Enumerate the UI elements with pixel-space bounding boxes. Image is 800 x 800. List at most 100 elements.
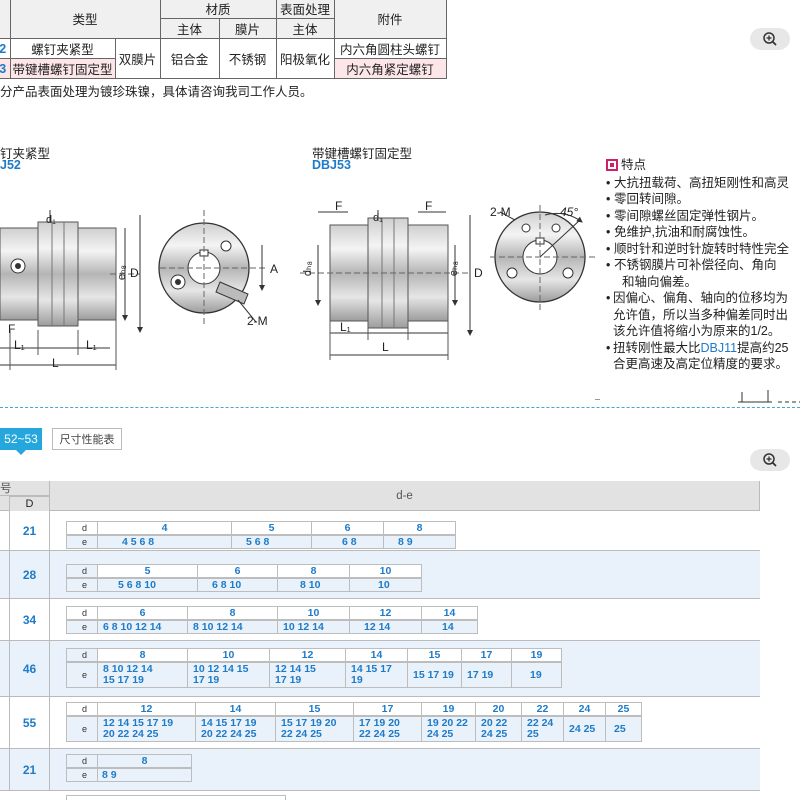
- model-cell: [0, 511, 10, 551]
- e-value: 14: [422, 620, 478, 634]
- dim-L-right: L: [382, 340, 389, 354]
- spec-attachment: 内六角紧定螺钉: [333, 58, 447, 79]
- d-value: 8: [98, 648, 188, 662]
- e-value: 19 20 22 24 25: [422, 716, 476, 742]
- d-label: d: [66, 702, 98, 716]
- left-end-view: [158, 210, 265, 325]
- e-value: 4 5 6 8: [98, 535, 232, 549]
- e-value: 17 19 20 22 24 25: [354, 716, 422, 742]
- e-value: 8 9: [384, 535, 456, 549]
- e-value: 6 8: [312, 535, 384, 549]
- feature-para-torsion: 扭转刚性最大比DBJ11提高约25: [606, 340, 800, 357]
- d-value: 5: [98, 564, 198, 578]
- size-D: 55: [10, 697, 50, 749]
- feature-item: 大抗扭载荷、高扭矩刚性和高灵: [606, 175, 800, 192]
- spec-surface-header: 表面处理: [275, 0, 335, 19]
- dim-eh8-left: eₕ₈: [116, 264, 129, 281]
- feature-item-cont: 和轴向偏差。: [622, 274, 698, 289]
- e-value: 10: [350, 578, 422, 592]
- spec-material-header: 材质: [159, 0, 277, 19]
- d-label: d: [66, 606, 98, 620]
- zoom-button[interactable]: [750, 449, 790, 471]
- spec-body-header: 主体: [159, 18, 220, 39]
- d-value: 6: [98, 606, 188, 620]
- tab-model-range[interactable]: 52~53: [0, 428, 42, 455]
- spec-table: 类型 材质 表面处理 附件 主体 膜片 主体 2 螺钉夹紧型 双膜片 铝合金 不…: [0, 0, 447, 79]
- model-cell: [0, 599, 10, 641]
- e-value: 25: [606, 716, 642, 742]
- e-value: 8 10 12 14: [188, 620, 278, 634]
- dim-2M-left: 2-M: [247, 314, 268, 328]
- spec-attachment-header: 附件: [333, 0, 447, 39]
- d-value: 8: [188, 606, 278, 620]
- d-value: 8: [98, 754, 192, 768]
- d-label: d: [66, 521, 98, 535]
- dim-dH8: dₕ₈: [302, 260, 315, 277]
- d-value: 20: [476, 702, 522, 716]
- e-value: 6 8 10 12 14: [98, 620, 188, 634]
- d-value: 14: [196, 702, 276, 716]
- d-label: d: [66, 648, 98, 662]
- spec-type: 螺钉夹紧型: [9, 38, 116, 59]
- e-value: 19: [512, 662, 562, 688]
- d-value: 22: [522, 702, 564, 716]
- spec-film: 双膜片: [114, 38, 161, 79]
- right-side-view: [300, 210, 473, 360]
- e-value: 5 6 8: [232, 535, 312, 549]
- surface-note: 分产品表面处理为镀珍珠镍，具体请咨询我司工作人员。: [0, 85, 313, 99]
- e-value-line: 24 25: [427, 728, 454, 740]
- size-D: 21: [10, 511, 50, 551]
- feature-para-cont: 该允许值将缩小为原来的1/2。: [613, 324, 781, 338]
- spec-attachment: 内六角圆柱头螺钉: [333, 38, 447, 59]
- d-value: 10: [188, 648, 270, 662]
- e-value-line: 17 19: [275, 674, 302, 686]
- e-value-line: 22 24 25: [281, 728, 322, 740]
- tab-size-performance[interactable]: 尺寸性能表: [52, 428, 122, 450]
- e-value: 8 10 12 14 15 17 19: [98, 662, 188, 688]
- feature-para-cont: 合更高速及高定位精度的要求。: [613, 357, 789, 371]
- d-value: 6: [312, 521, 384, 535]
- e-value: 10 12 14: [278, 620, 350, 634]
- size-D: 21: [10, 749, 50, 791]
- dim-L1-left-b: L₁: [86, 338, 97, 352]
- e-value-line: 22 24 25: [359, 728, 400, 740]
- d-value: 15: [408, 648, 462, 662]
- dim-L1-left-a: L₁: [14, 338, 25, 352]
- feature-item: 顺时针和逆时针旋转时特性完全: [606, 241, 800, 258]
- d-value: 10: [278, 606, 350, 620]
- spec-surface: 阳极氧化: [275, 38, 335, 79]
- spec-film-header: 膜片: [218, 18, 277, 39]
- e-value: 20 22 24 25: [476, 716, 522, 742]
- size-header-model: 号: [0, 481, 50, 496]
- feature-para: 因偏心、偏角、轴向的位移均为: [606, 290, 800, 307]
- dim-d1-right: d₁: [373, 212, 383, 224]
- partial-drawing-edge: [738, 390, 800, 403]
- zoom-button[interactable]: [750, 28, 790, 50]
- d-value: 5: [232, 521, 312, 535]
- e-value-line: 17 19: [193, 674, 220, 686]
- e-label: e: [66, 620, 98, 634]
- zoom-in-icon: [763, 453, 777, 467]
- e-value-line: 25: [527, 728, 539, 740]
- size-table: 号 D d-e 21 28 34 46 55 21 d 4 5 6 8 e 4 …: [0, 481, 760, 800]
- e-value: 17 19: [462, 662, 512, 688]
- e-value: 8 10: [278, 578, 350, 592]
- dim-A: A: [270, 262, 279, 276]
- spec-type-header: 类型: [9, 0, 161, 39]
- right-end-view: [490, 205, 595, 310]
- dim-eh8-right: eₕ₈: [448, 260, 461, 277]
- dbj11-link[interactable]: DBJ11: [701, 341, 738, 355]
- d-value: 19: [512, 648, 562, 662]
- e-value: 14 15 17 19: [346, 662, 408, 688]
- d-label: d: [66, 754, 98, 768]
- d-value: 6: [198, 564, 278, 578]
- size-header-D: D: [10, 496, 50, 511]
- d-label: d: [66, 564, 98, 578]
- d-value: 4: [98, 521, 232, 535]
- e-label: e: [66, 535, 98, 549]
- e-value: 22 24 25: [522, 716, 564, 742]
- feature-para-cont: 允许值，所以当多种偏差同时出: [613, 307, 789, 322]
- spec-surface-body-header: 主体: [275, 18, 335, 39]
- d-value: 8: [278, 564, 350, 578]
- dim-2M-right: 2-M: [490, 205, 511, 219]
